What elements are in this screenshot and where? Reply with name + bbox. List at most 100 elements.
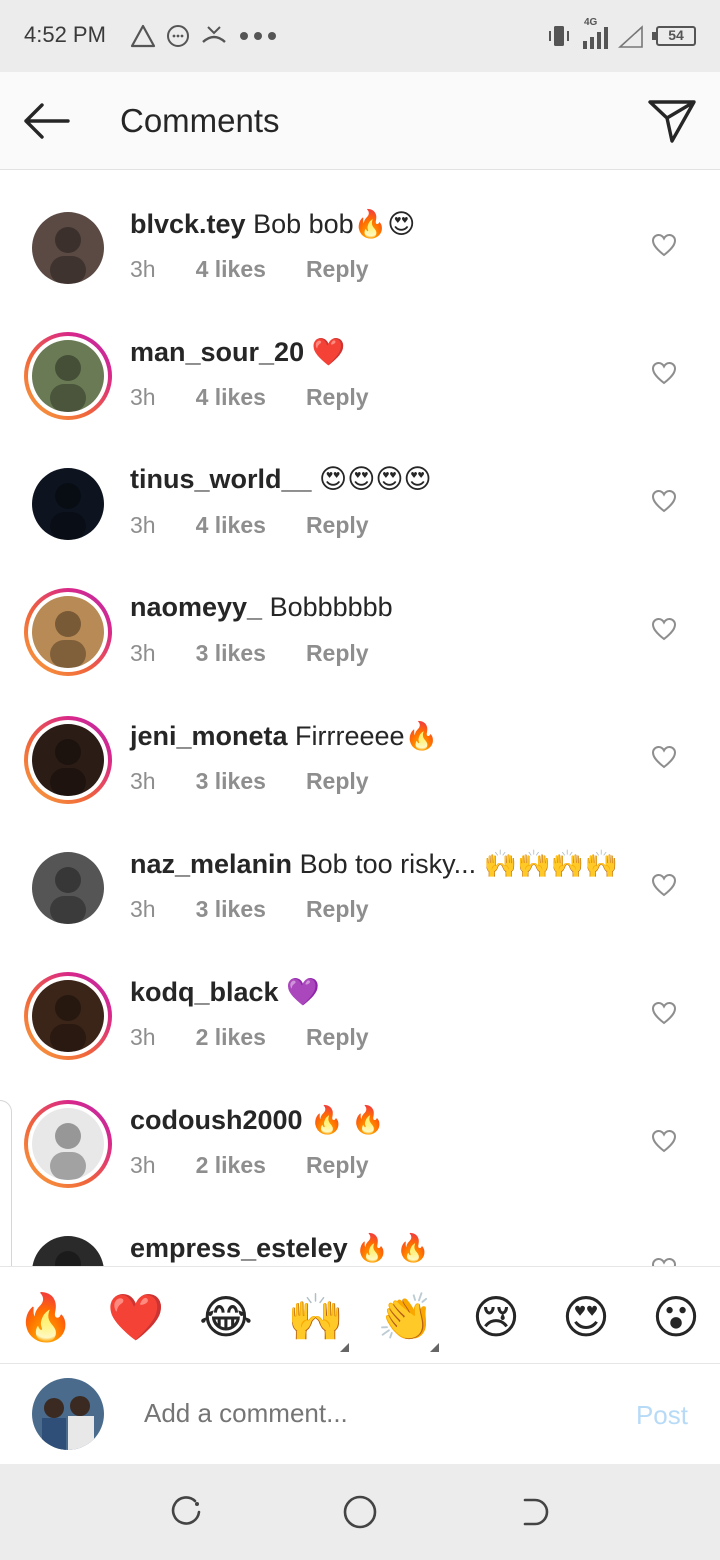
comment-time: 3h: [130, 1024, 156, 1050]
avatar-story-ring[interactable]: [24, 972, 112, 1060]
comment-text: man_sour_20 ❤️: [130, 336, 345, 368]
comment-message: Firrreeee🔥: [287, 721, 439, 751]
comments-list[interactable]: blvck.tey Bob bob🔥😍 3h 4 likes Reply man_sou…: [0, 170, 720, 1266]
avatar: [32, 1236, 104, 1266]
skin-tone-indicator: [430, 1343, 439, 1352]
share-button[interactable]: [646, 96, 698, 146]
comment-row[interactable]: jeni_moneta Firrreeee🔥 3h 3 likes Reply: [0, 682, 720, 810]
quick-emoji-button[interactable]: 😂: [196, 1287, 256, 1347]
comment-likes[interactable]: 3 likes: [196, 640, 266, 667]
comment-username[interactable]: codoush2000: [130, 1105, 303, 1135]
comment-likes[interactable]: 4 likes: [196, 512, 266, 539]
avatar-container[interactable]: [24, 460, 112, 548]
quick-emoji-button[interactable]: 🙌: [286, 1287, 346, 1347]
comment-row[interactable]: man_sour_20 ❤️ 3h 4 likes Reply: [0, 298, 720, 426]
comment-meta: 3h 4 likes Reply: [130, 512, 369, 539]
like-comment-button[interactable]: [648, 486, 680, 516]
comment-row[interactable]: empress_esteley 🔥 🔥: [0, 1194, 720, 1266]
reply-button[interactable]: Reply: [306, 1024, 369, 1051]
like-comment-button[interactable]: [648, 358, 680, 388]
quick-emoji-button[interactable]: 😮: [646, 1287, 706, 1347]
comment-time: 3h: [130, 896, 156, 922]
heart-icon: [651, 745, 677, 769]
paper-plane-icon: [648, 100, 696, 143]
like-comment-button[interactable]: [648, 614, 680, 644]
avatar-story-ring[interactable]: [24, 716, 112, 804]
quick-emoji-button[interactable]: 👏: [376, 1287, 436, 1347]
quick-emoji-button[interactable]: 😢: [466, 1287, 526, 1347]
like-comment-button[interactable]: [648, 1254, 680, 1266]
arrow-left-icon: [24, 103, 70, 139]
current-user-avatar: [32, 1378, 104, 1450]
avatar: [32, 596, 104, 668]
post-button[interactable]: Post: [636, 1400, 688, 1431]
comment-text: blvck.tey Bob bob🔥😍: [130, 208, 415, 240]
reply-button[interactable]: Reply: [306, 512, 369, 539]
comment-username[interactable]: tinus_world__: [130, 464, 312, 494]
avatar-story-ring[interactable]: [24, 1100, 112, 1188]
reply-button[interactable]: Reply: [306, 768, 369, 795]
comment-likes[interactable]: 4 likes: [196, 384, 266, 411]
comment-row[interactable]: naomeyy_ Bobbbbbb 3h 3 likes Reply: [0, 554, 720, 682]
page-title: Comments: [120, 102, 280, 139]
home-button[interactable]: [338, 1490, 382, 1534]
back-nav-icon: [523, 1498, 549, 1526]
reply-button[interactable]: Reply: [306, 256, 369, 283]
avatar: [32, 852, 104, 924]
comment-message: 🔥 🔥: [347, 1233, 430, 1263]
reply-button[interactable]: Reply: [306, 384, 369, 411]
comment-input[interactable]: [144, 1398, 564, 1429]
like-comment-button[interactable]: [648, 742, 680, 772]
comment-username[interactable]: man_sour_20: [130, 337, 304, 367]
reply-button[interactable]: Reply: [306, 1152, 369, 1179]
status-time: 4:52 PM: [24, 22, 106, 47]
comment-username[interactable]: blvck.tey: [130, 209, 246, 239]
comment-row[interactable]: blvck.tey Bob bob🔥😍 3h 4 likes Reply: [0, 170, 720, 298]
like-comment-button[interactable]: [648, 230, 680, 260]
like-comment-button[interactable]: [648, 870, 680, 900]
comment-likes[interactable]: 4 likes: [196, 256, 266, 283]
avatar-story-ring[interactable]: [24, 332, 112, 420]
heart-icon: [651, 489, 677, 513]
back-button[interactable]: [20, 96, 74, 146]
status-notification-icons: [130, 22, 278, 50]
comment-row[interactable]: tinus_world__ 😍😍😍😍 3h 4 likes Reply: [0, 426, 720, 554]
missed-call-icon: [202, 26, 226, 43]
skin-tone-indicator: [340, 1343, 349, 1352]
reply-button[interactable]: Reply: [306, 896, 369, 923]
comment-username[interactable]: jeni_moneta: [130, 721, 288, 751]
comment-row[interactable]: naz_melanin Bob too risky... 🙌🙌🙌🙌 3h 3 lik…: [0, 810, 720, 938]
comment-text: tinus_world__ 😍😍😍😍: [130, 464, 432, 495]
avatar-frame: [28, 976, 108, 1056]
like-comment-button[interactable]: [648, 998, 680, 1028]
recent-apps-icon: [171, 1496, 201, 1525]
quick-emoji-button[interactable]: 🔥: [16, 1287, 76, 1347]
comment-likes[interactable]: 2 likes: [196, 1152, 266, 1179]
comment-row[interactable]: kodq_black 💜 3h 2 likes Reply: [0, 938, 720, 1066]
heart-icon: [651, 617, 677, 641]
avatar-container[interactable]: [24, 204, 112, 292]
like-comment-button[interactable]: [648, 1126, 680, 1156]
comment-row[interactable]: codoush2000 🔥 🔥 3h 2 likes Reply: [0, 1066, 720, 1194]
comment-username[interactable]: naomeyy_: [130, 592, 262, 622]
comment-time: 3h: [130, 512, 156, 538]
comment-text: jeni_moneta Firrreeee🔥: [130, 720, 438, 752]
heart-icon: [651, 1257, 677, 1266]
quick-emoji-button[interactable]: ❤️: [106, 1287, 166, 1347]
comment-meta: 3h 3 likes Reply: [130, 896, 369, 923]
reply-button[interactable]: Reply: [306, 640, 369, 667]
back-nav-button[interactable]: [512, 1490, 556, 1534]
avatar-frame: [28, 720, 108, 800]
comment-username[interactable]: kodq_black: [130, 977, 279, 1007]
avatar-story-ring[interactable]: [24, 588, 112, 676]
comment-username[interactable]: empress_esteley: [130, 1233, 348, 1263]
recent-apps-button[interactable]: [164, 1490, 208, 1534]
quick-emoji-button[interactable]: 😍: [556, 1287, 616, 1347]
avatar-container[interactable]: [24, 1228, 112, 1266]
comment-username[interactable]: naz_melanin: [130, 849, 292, 879]
avatar-container[interactable]: [24, 844, 112, 932]
avatar: [32, 468, 104, 540]
comment-likes[interactable]: 2 likes: [196, 1024, 266, 1051]
comment-likes[interactable]: 3 likes: [196, 896, 266, 923]
comment-likes[interactable]: 3 likes: [196, 768, 266, 795]
